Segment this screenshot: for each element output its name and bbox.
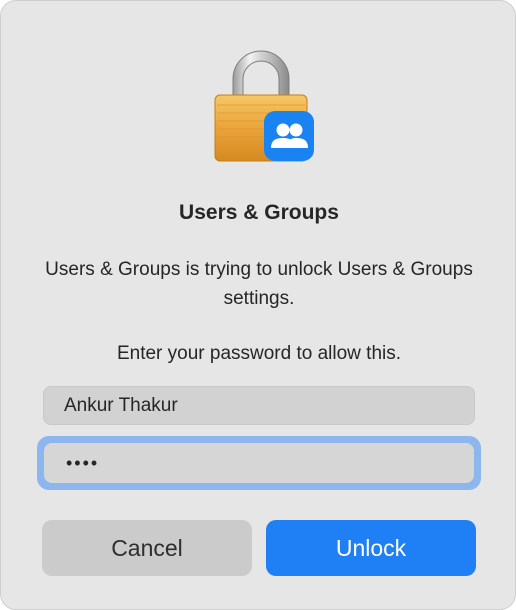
users-groups-icon <box>264 111 314 161</box>
password-focus-ring <box>37 436 481 490</box>
password-prompt: Enter your password to allow this. <box>116 343 402 364</box>
dialog-message: Users & Groups is trying to unlock Users… <box>45 259 473 309</box>
cancel-button[interactable]: Cancel <box>42 520 252 576</box>
unlock-button[interactable]: Unlock <box>266 520 476 576</box>
username-field[interactable] <box>43 386 475 425</box>
dialog-title: Users & Groups <box>179 201 339 224</box>
authentication-dialog: Users & Groups Users & Groups is trying … <box>0 0 516 610</box>
password-field[interactable] <box>44 443 474 483</box>
